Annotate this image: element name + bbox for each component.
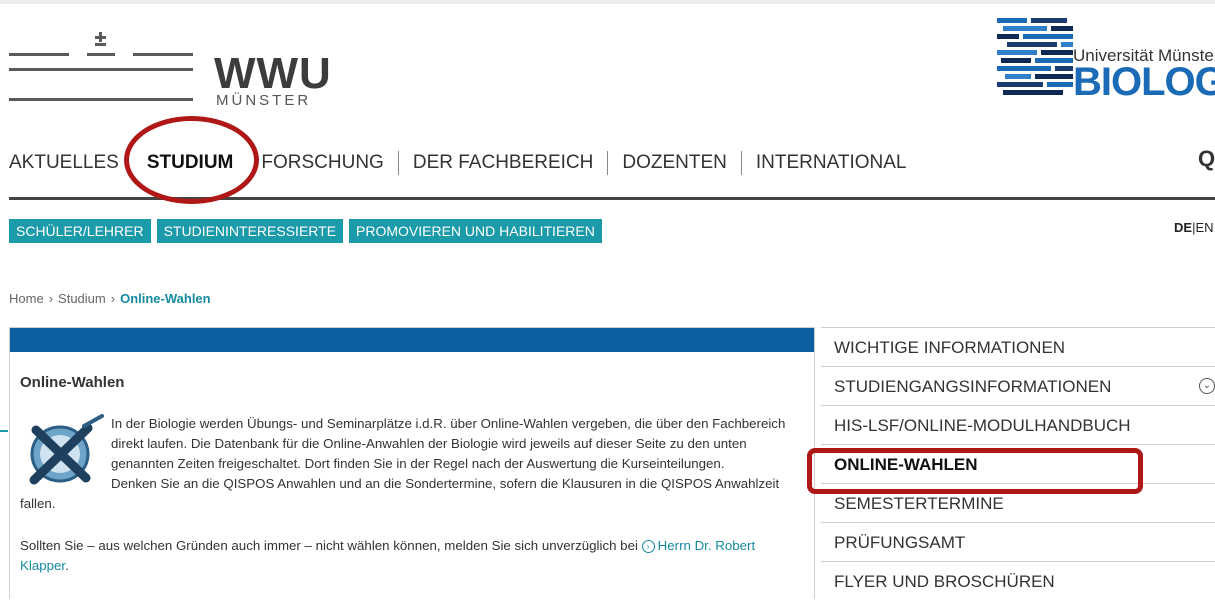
sidenav-flyer[interactable]: FLYER UND BROSCHÜREN bbox=[821, 561, 1215, 600]
audience-navigation: SCHÜLER/LEHRER STUDIENINTERESSIERTE PROM… bbox=[9, 219, 602, 243]
lang-en[interactable]: EN bbox=[1195, 220, 1213, 235]
biologie-logo[interactable]: Universität Münster BIOLOGIE bbox=[997, 16, 1215, 102]
biologie-wordmark: BIOLOGIE bbox=[1073, 60, 1215, 102]
logo-line bbox=[9, 53, 69, 56]
sidenav-wichtige-informationen[interactable]: WICHTIGE INFORMATIONEN bbox=[821, 327, 1215, 366]
sidenav-his-lsf[interactable]: HIS-LSF/ONLINE-MODULHANDBUCH bbox=[821, 405, 1215, 444]
nav-international[interactable]: INTERNATIONAL bbox=[756, 152, 907, 174]
nav-separator bbox=[607, 151, 609, 175]
nav-separator bbox=[740, 151, 742, 175]
edge-marker bbox=[0, 430, 8, 432]
wwu-logo-wordmark: WWU bbox=[214, 49, 332, 98]
sidenav-studiengangsinformationen[interactable]: STUDIENGANGSINFORMATIONEN ⌄ bbox=[821, 366, 1215, 405]
nav-separator bbox=[397, 151, 399, 175]
nav-dozenten[interactable]: DOZENTEN bbox=[622, 152, 727, 174]
content-panel-header-bar bbox=[10, 328, 814, 352]
search-icon[interactable]: Q bbox=[1198, 146, 1215, 172]
annotation-box-online-wahlen bbox=[807, 448, 1143, 494]
annotation-circle-studium bbox=[124, 116, 259, 204]
content-paragraph-2-end: . bbox=[65, 558, 69, 573]
content-paragraph-2: Sollten Sie – aus welchen Gründen auch i… bbox=[20, 536, 800, 576]
logo-line bbox=[133, 53, 193, 56]
sidenav-label: HIS-LSF/ONLINE-MODULHANDBUCH bbox=[834, 416, 1131, 435]
top-frame-bar bbox=[0, 0, 1215, 4]
chevron-right-icon: › bbox=[48, 291, 54, 306]
nav-aktuelles[interactable]: AKTUELLES bbox=[9, 152, 119, 174]
wwu-logo-city: MÜNSTER bbox=[216, 92, 312, 109]
sidenav-label: FLYER UND BROSCHÜREN bbox=[834, 572, 1055, 591]
logo-line bbox=[95, 36, 106, 39]
audience-schueler-lehrer[interactable]: SCHÜLER/LEHRER bbox=[9, 219, 151, 243]
sidenav-label: PRÜFUNGSAMT bbox=[834, 533, 966, 552]
audience-promovieren[interactable]: PROMOVIEREN UND HABILITIEREN bbox=[349, 219, 602, 243]
sidenav-pruefungsamt[interactable]: PRÜFUNGSAMT bbox=[821, 522, 1215, 561]
logo-line bbox=[87, 53, 115, 56]
nav-forschung[interactable]: FORSCHUNG bbox=[261, 152, 383, 174]
audience-studieninteressierte[interactable]: STUDIENINTERESSIERTE bbox=[156, 219, 344, 243]
content-paragraph-2-text: Sollten Sie – aus welchen Gründen auch i… bbox=[20, 538, 638, 553]
nav-der-fachbereich[interactable]: DER FACHBEREICH bbox=[413, 152, 594, 174]
language-switcher: DE|EN bbox=[1174, 220, 1214, 235]
chevron-right-icon: › bbox=[110, 291, 116, 306]
sidenav-label: SEMESTERTERMINE bbox=[834, 494, 1004, 513]
arrow-right-circle-icon: › bbox=[641, 540, 655, 553]
breadcrumb: Home › Studium › Online-Wahlen bbox=[9, 291, 211, 306]
logo-line bbox=[9, 68, 193, 71]
wwu-logo[interactable]: WWU MÜNSTER bbox=[9, 12, 332, 112]
sidenav-label: WICHTIGE INFORMATIONEN bbox=[834, 338, 1066, 357]
content-title: Online-Wahlen bbox=[20, 374, 125, 391]
content-paragraph-1-text: In der Biologie werden Übungs- und Semin… bbox=[111, 416, 786, 471]
breadcrumb-studium[interactable]: Studium bbox=[58, 291, 106, 306]
lang-de[interactable]: DE bbox=[1174, 220, 1192, 235]
logo-line bbox=[9, 98, 193, 101]
content-panel: Online-Wahlen In der Biologie werden Übu… bbox=[9, 327, 815, 599]
breadcrumb-home[interactable]: Home bbox=[9, 291, 44, 306]
content-paragraph-1: In der Biologie werden Übungs- und Semin… bbox=[20, 414, 800, 514]
biologie-barcode-icon bbox=[997, 18, 1073, 95]
chevron-down-icon[interactable]: ⌄ bbox=[1199, 378, 1215, 394]
content-paragraph-1b-text: Denken Sie an die QISPOS Anwahlen und an… bbox=[20, 476, 780, 511]
breadcrumb-current: Online-Wahlen bbox=[120, 291, 211, 306]
logo-line bbox=[95, 43, 106, 46]
sidenav-label: STUDIENGANGSINFORMATIONEN bbox=[834, 377, 1112, 396]
